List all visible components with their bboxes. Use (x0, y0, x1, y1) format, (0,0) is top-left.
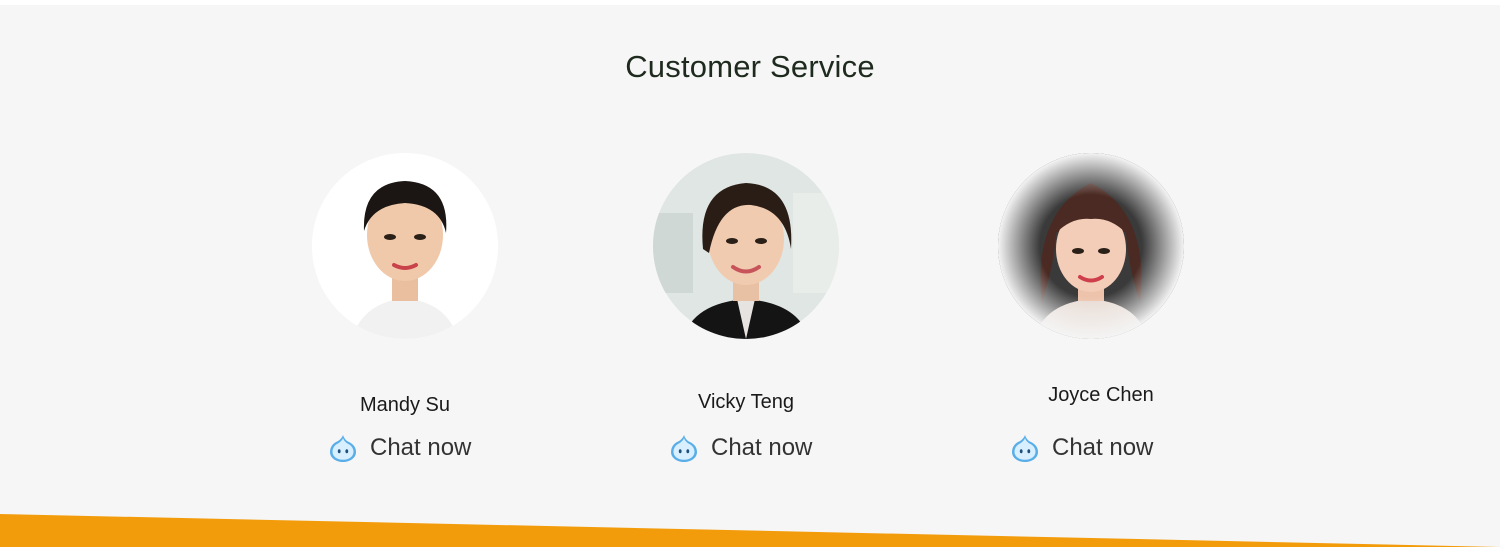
agent-avatar (312, 153, 498, 339)
avatar-photo-vicky (653, 153, 839, 339)
agent-card-vicky: Vicky Teng Chat now (616, 5, 876, 545)
chat-now-button[interactable]: Chat now (327, 430, 471, 466)
chat-now-label: Chat now (711, 434, 813, 461)
chat-bubble-icon (668, 432, 700, 464)
chat-now-label: Chat now (370, 434, 472, 461)
agent-name: Vicky Teng (698, 391, 794, 413)
chat-now-button[interactable]: Chat now (1009, 430, 1153, 466)
chat-bubble-icon (327, 432, 359, 464)
agent-avatar (653, 153, 839, 339)
avatar-photo-joyce (998, 153, 1184, 339)
agent-name: Mandy Su (359, 394, 451, 416)
agent-card-mandy: Mandy Su Chat now (275, 5, 535, 545)
chat-now-button[interactable]: Chat now (668, 430, 812, 466)
accent-band (0, 514, 1500, 547)
chat-now-label: Chat now (1052, 434, 1154, 461)
chat-bubble-icon (1009, 432, 1041, 464)
avatar-photo-mandy (312, 153, 498, 339)
agent-avatar (998, 153, 1184, 339)
agent-name: Joyce Chen (1048, 384, 1154, 406)
customer-service-panel: Customer Service Mandy Su Chat now Vicky… (0, 5, 1500, 547)
agent-card-joyce: Joyce Chen Chat now (957, 5, 1217, 545)
